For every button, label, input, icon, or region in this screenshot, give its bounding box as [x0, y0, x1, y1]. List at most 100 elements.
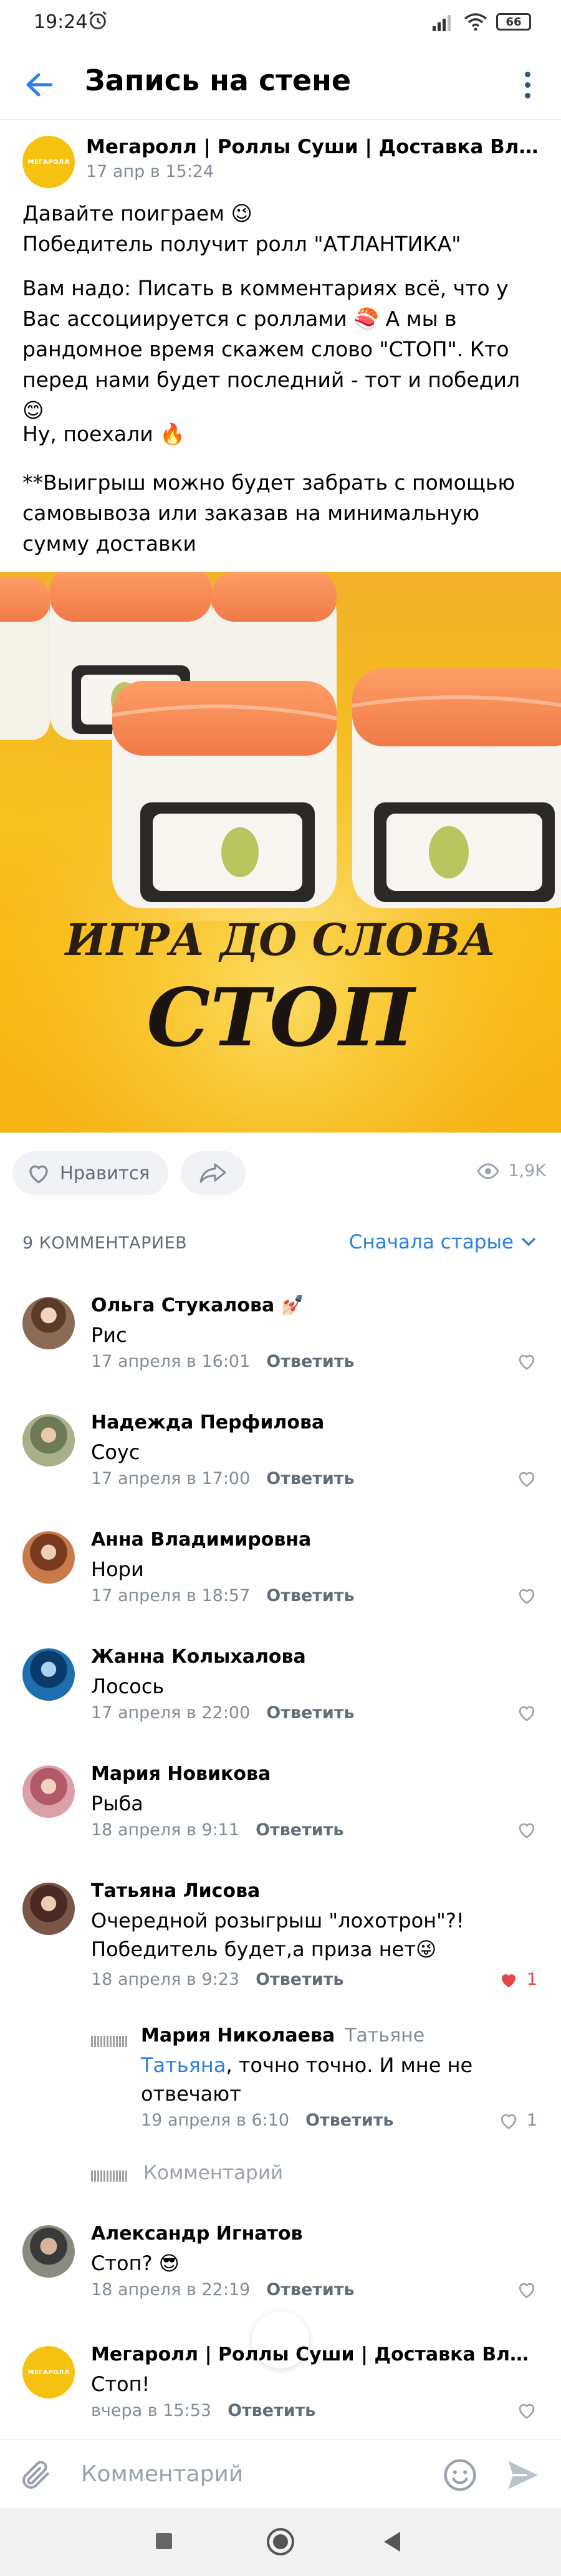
heart-outline-icon [519, 2283, 535, 2298]
comment-author[interactable]: Мария Николаева [141, 2025, 335, 2046]
comment-like-button[interactable] [516, 1352, 537, 1371]
image-caption-line2: СТОП [146, 971, 417, 1065]
comment-text: Рыба [91, 1792, 143, 1815]
comment-meta: 17 апреля в 16:01 Ответить [91, 1352, 355, 1371]
comment-date: 18 апреля в 9:23 [91, 1970, 240, 1989]
send-icon[interactable] [504, 2456, 541, 2494]
share-button[interactable] [181, 1151, 246, 1195]
heart-outline-icon [501, 2114, 517, 2129]
comment-like-count: 1 [526, 2111, 537, 2130]
reply-field[interactable]: Комментарий [91, 2162, 527, 2189]
comment-input[interactable] [81, 2454, 418, 2494]
wifi-icon [464, 13, 487, 31]
emoji-icon[interactable] [443, 2458, 477, 2493]
heart-outline-icon [519, 1589, 535, 1604]
reply-button[interactable]: Ответить [228, 2401, 315, 2420]
author-avatar[interactable]: МЕГАРОЛЛ [22, 136, 75, 188]
comment-author[interactable]: Мария Новикова [91, 1763, 271, 1785]
comment-author[interactable]: Александр Игнатов [91, 2223, 303, 2245]
reply-button[interactable]: Ответить [266, 1586, 354, 1605]
reply-item: Мария Николаева Татьяне Татьяна, точно то… [0, 2025, 561, 2131]
avatar[interactable] [22, 1297, 75, 1349]
avatar[interactable] [22, 1531, 75, 1584]
page-title: Запись на стене [85, 64, 352, 97]
avatar[interactable] [22, 1766, 75, 1818]
comment-text: Стоп? 😎 [91, 2251, 180, 2275]
comment-meta: 18 апреля в 22:19 Ответить [91, 2280, 355, 2299]
reply-button[interactable]: Ответить [305, 2111, 393, 2130]
share-arrow-icon [199, 1163, 226, 1183]
comment-author[interactable]: Ольга Стукалова 💅🏻 [91, 1295, 304, 1316]
comment-text: Татьяна, точно точно. И мне не отвечают [141, 2051, 490, 2108]
eye-icon [477, 1162, 500, 1179]
reply-button[interactable]: Ответить [266, 2280, 354, 2299]
reply-button[interactable]: Ответить [256, 1820, 343, 1840]
avatar[interactable] [22, 1414, 75, 1466]
post-text-paragraph: **Выигрыш можно будет забрать с помощью … [22, 470, 522, 556]
comment-date: 18 апреля в 22:19 [91, 2280, 251, 2299]
avatar[interactable]: МЕГАРОЛЛ [22, 2346, 75, 2398]
comment-date: 19 апреля в 6:10 [141, 2111, 290, 2130]
comment-like-button[interactable] [516, 1820, 537, 1839]
post-author-name[interactable]: Мегаролл | Роллы Суши | Доставка Владиво… [86, 136, 547, 158]
recents-icon[interactable] [156, 2533, 172, 2549]
battery-level: 66 [506, 15, 522, 29]
comment-item: Надежда Перфилова Соус 17 апреля в 17:00… [0, 1412, 561, 1511]
sort-order-toggle[interactable]: Сначала старые [349, 1231, 536, 1253]
signal-icon [433, 15, 451, 31]
comment-like-button[interactable] [516, 2401, 537, 2420]
reply-button[interactable]: Ответить [266, 1352, 354, 1371]
more-menu-button[interactable] [507, 65, 547, 105]
comment-input-bar [0, 2440, 561, 2508]
comment-author[interactable]: Надежда Перфилова [91, 1412, 324, 1433]
sort-order-label: Сначала старые [348, 1231, 514, 1253]
avatar[interactable] [22, 1648, 75, 1701]
post-image[interactable]: ИГРА ДО СЛОВА СТОП [0, 572, 561, 1133]
avatar[interactable] [22, 2225, 75, 2278]
comment-meta: 17 апреля в 18:57 Ответить [91, 1586, 355, 1605]
heart-outline-icon [519, 1706, 535, 1721]
comment-author[interactable]: Жанна Колыхалова [91, 1646, 306, 1668]
comment-like-button[interactable] [516, 1469, 537, 1488]
comment-like-button[interactable]: 1 [498, 1970, 537, 1989]
back-button[interactable] [19, 65, 59, 105]
comment-author[interactable]: Анна Владимировна [91, 1529, 311, 1551]
heart-outline-icon [519, 1471, 535, 1487]
comment-item: Мария Новикова Рыба 18 апреля в 9:11 Отве… [0, 1763, 561, 1863]
image-caption-line1: ИГРА ДО СЛОВА [64, 914, 496, 966]
more-dot-icon [524, 71, 530, 77]
like-button[interactable]: Нравится [12, 1151, 168, 1195]
mention-link[interactable]: Татьяна [141, 2053, 226, 2077]
comment-like-button[interactable]: 1 [498, 2111, 537, 2130]
heart-outline-icon [519, 1823, 535, 1838]
comment-like-button[interactable] [516, 2280, 537, 2299]
comment-text: Нори [91, 1557, 144, 1581]
comment-item: МЕГАРОЛЛ Мегаролл | Роллы Суши | Доставк… [0, 2344, 561, 2443]
more-dot-icon [524, 82, 530, 88]
avatar[interactable] [22, 1883, 75, 1935]
comment-author[interactable]: Татьяна Лисова [91, 1880, 260, 1902]
system-nav-bar [0, 2508, 561, 2576]
comment-meta: 17 апреля в 17:00 Ответить [91, 1469, 355, 1488]
comment-author[interactable]: Мегаролл | Роллы Суши | Доставка Владими… [91, 2344, 540, 2365]
arrow-left-icon [26, 73, 52, 97]
comment-like-button[interactable] [516, 1703, 537, 1722]
reply-to-name[interactable]: Татьяне [345, 2025, 424, 2046]
heart-outline-icon [29, 1165, 48, 1184]
author-logo-text: МЕГАРОЛЛ [27, 2369, 70, 2376]
reply-button[interactable]: Ответить [266, 1469, 354, 1488]
reply-field-placeholder: Комментарий [143, 2162, 284, 2184]
paperclip-icon[interactable] [19, 2458, 54, 2493]
home-icon[interactable] [267, 2528, 294, 2555]
comment-like-button[interactable] [516, 1586, 537, 1605]
comment-meta: 17 апреля в 22:00 Ответить [91, 1703, 355, 1723]
avatar[interactable] [91, 2036, 127, 2047]
home-dot-icon [273, 2534, 288, 2549]
back-triangle-icon[interactable] [384, 2532, 400, 2552]
comment-text: Рис [91, 1323, 127, 1347]
reply-header: Мария Николаева Татьяне [141, 2025, 424, 2046]
reply-button[interactable]: Ответить [256, 1970, 343, 1989]
views-count: 1,9K [508, 1161, 546, 1181]
views-counter: 1,9K [477, 1161, 546, 1181]
reply-button[interactable]: Ответить [266, 1703, 354, 1723]
